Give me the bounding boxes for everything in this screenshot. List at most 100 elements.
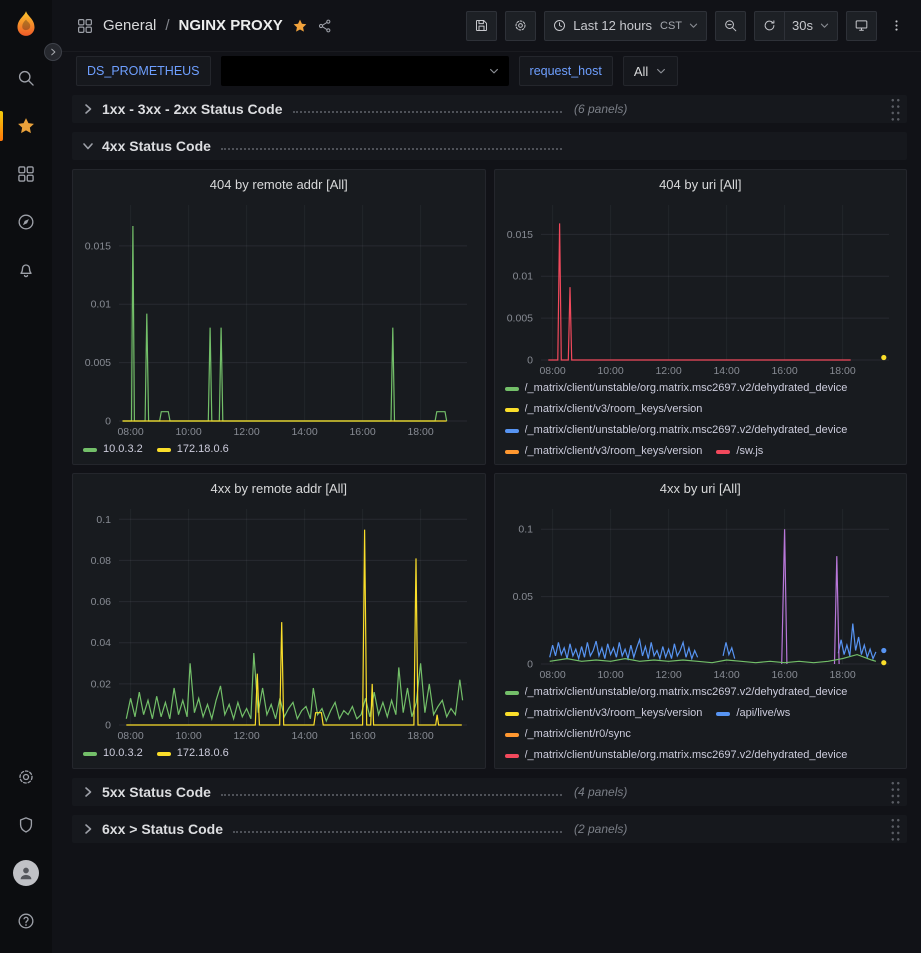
refresh-group: 30s [754,11,838,41]
variable-datasource-select[interactable] [221,56,509,86]
variable-datasource-label[interactable]: DS_PROMETHEUS [76,56,211,86]
legend-item[interactable]: /_matrix/client/v3/room_keys/version [505,441,703,462]
panel-chart-area[interactable]: 00.0050.010.01508:0010:0012:0014:0016:00… [495,198,907,378]
row-panel-count: (4 panels) [574,785,627,799]
refresh-interval-picker[interactable]: 30s [785,11,838,41]
sidebar-item-help[interactable] [0,897,52,945]
refresh-button[interactable] [754,11,785,41]
legend-swatch [157,752,171,756]
row-drag-handle[interactable] [890,780,901,805]
panel-title[interactable]: 404 by remote addr [All] [73,170,485,198]
compass-icon [16,212,36,232]
row-lead: 1xx - 3xx - 2xx Status Code [102,101,572,117]
panel-chart-area[interactable]: 00.0050.010.01508:0010:0012:0014:0016:00… [73,198,485,439]
legend-item[interactable]: /_matrix/client/unstable/org.matrix.msc2… [505,682,848,703]
panel-404-by-remote-addr: 404 by remote addr [All] 00.0050.010.015… [72,169,486,465]
legend-item[interactable]: 172.18.0.6 [157,439,229,460]
sidebar-item-starred[interactable] [0,102,52,150]
panel-title[interactable]: 4xx by remote addr [All] [73,474,485,502]
sidebar-expand-button[interactable] [44,43,62,61]
tv-mode-button[interactable] [846,11,877,41]
dashboard-row-1xx-3xx-2xx[interactable]: 1xx - 3xx - 2xx Status Code (6 panels) [72,95,907,123]
legend-item[interactable]: /_matrix/client/r0/sync [505,724,631,745]
row-panel-count: (2 panels) [574,822,627,836]
y-tick-label: 0.005 [85,357,111,369]
panel-legend: /_matrix/client/unstable/org.matrix.msc2… [495,378,907,464]
row-dotted-line [221,794,562,796]
more-options-button[interactable] [885,11,907,41]
sidebar-item-server-admin[interactable] [0,801,52,849]
chart-svg: 00.0050.010.01508:0010:0012:0014:0016:00… [495,198,907,378]
save-dashboard-button[interactable] [466,11,497,41]
panel-title[interactable]: 4xx by uri [All] [495,474,907,502]
row-lead: 4xx Status Code [102,138,572,154]
row-dotted-line [221,148,562,150]
sidebar-item-configuration[interactable] [0,753,52,801]
row-drag-handle[interactable] [890,97,901,122]
x-tick-label: 10:00 [597,669,623,681]
legend-label: /_matrix/client/unstable/org.matrix.msc2… [525,745,848,766]
sidebar-item-profile[interactable] [0,849,52,897]
chart-svg: 00.020.040.060.080.108:0010:0012:0014:00… [73,502,485,743]
x-tick-label: 16:00 [771,365,797,377]
dashboard-row-6xx[interactable]: 6xx > Status Code (2 panels) [72,815,907,843]
x-tick-label: 10:00 [175,426,201,438]
panel-chart-area[interactable]: 00.020.040.060.080.108:0010:0012:0014:00… [73,502,485,743]
legend-swatch [505,450,519,454]
time-range-picker[interactable]: Last 12 hours CST [544,11,707,41]
y-tick-label: 0.01 [512,271,533,283]
legend-item[interactable]: /api/live/ws [716,703,790,724]
legend-label: /api/live/ws [736,703,790,724]
sidebar-item-dashboards[interactable] [0,150,52,198]
row-drag-handle[interactable] [890,817,901,842]
legend-item[interactable]: /_matrix/client/unstable/org.matrix.msc2… [505,420,848,441]
gear-icon [16,767,36,787]
legend-swatch [505,429,519,433]
row-dotted-line [293,111,562,113]
row-title: 1xx - 3xx - 2xx Status Code [102,101,283,117]
star-icon [16,116,36,136]
legend-item[interactable]: 10.0.3.2 [83,743,143,764]
legend-item[interactable]: /sw.js [716,441,763,462]
refresh-interval-label: 30s [792,18,813,33]
legend-item[interactable]: /_matrix/client/unstable/org.matrix.msc2… [505,745,848,766]
clock-icon [552,18,567,33]
zoom-out-time-button[interactable] [715,11,746,41]
sidebar-item-explore[interactable] [0,198,52,246]
timezone-badge: CST [660,20,682,32]
sidebar-item-alerting[interactable] [0,246,52,294]
panel-chart-area[interactable]: 00.050.108:0010:0012:0014:0016:0018:00 [495,502,907,682]
legend-item[interactable]: /_matrix/client/v3/room_keys/version [505,703,703,724]
row-title: 6xx > Status Code [102,821,223,837]
legend-item[interactable]: /_matrix/client/unstable/org.matrix.msc2… [505,378,848,399]
share-dashboard-button[interactable] [317,18,333,34]
star-filled-icon [292,18,308,34]
time-range-label: Last 12 hours [573,18,652,33]
chevron-right-icon [48,47,58,57]
panel-title[interactable]: 404 by uri [All] [495,170,907,198]
legend-swatch [505,691,519,695]
x-tick-label: 14:00 [291,426,317,438]
dashboard-row-4xx[interactable]: 4xx Status Code [72,132,907,160]
y-tick-label: 0.1 [518,524,533,536]
variable-request-host-select[interactable]: All [623,56,678,86]
favorite-star-button[interactable] [292,18,308,34]
dashboard-settings-button[interactable] [505,11,536,41]
grafana-app: General / NGINX PROXY [0,0,921,953]
grafana-logo[interactable] [6,6,46,46]
legend-label: /sw.js [736,441,763,462]
legend-swatch [505,754,519,758]
variable-request-host-label[interactable]: request_host [519,56,613,86]
sidebar-item-search[interactable] [0,54,52,102]
dashboard-row-5xx[interactable]: 5xx Status Code (4 panels) [72,778,907,806]
legend-item[interactable]: /_matrix/client/v3/room_keys/version [505,399,703,420]
legend-item[interactable]: 10.0.3.2 [83,439,143,460]
row-title: 4xx Status Code [102,138,211,154]
y-tick-label: 0 [105,416,111,428]
breadcrumb-folder[interactable]: General [103,17,156,34]
kebab-menu-icon [889,18,904,33]
search-icon [16,68,36,88]
legend-item[interactable]: 172.18.0.6 [157,743,229,764]
legend-label: /_matrix/client/unstable/org.matrix.msc2… [525,682,848,703]
chevron-right-icon [80,821,96,837]
